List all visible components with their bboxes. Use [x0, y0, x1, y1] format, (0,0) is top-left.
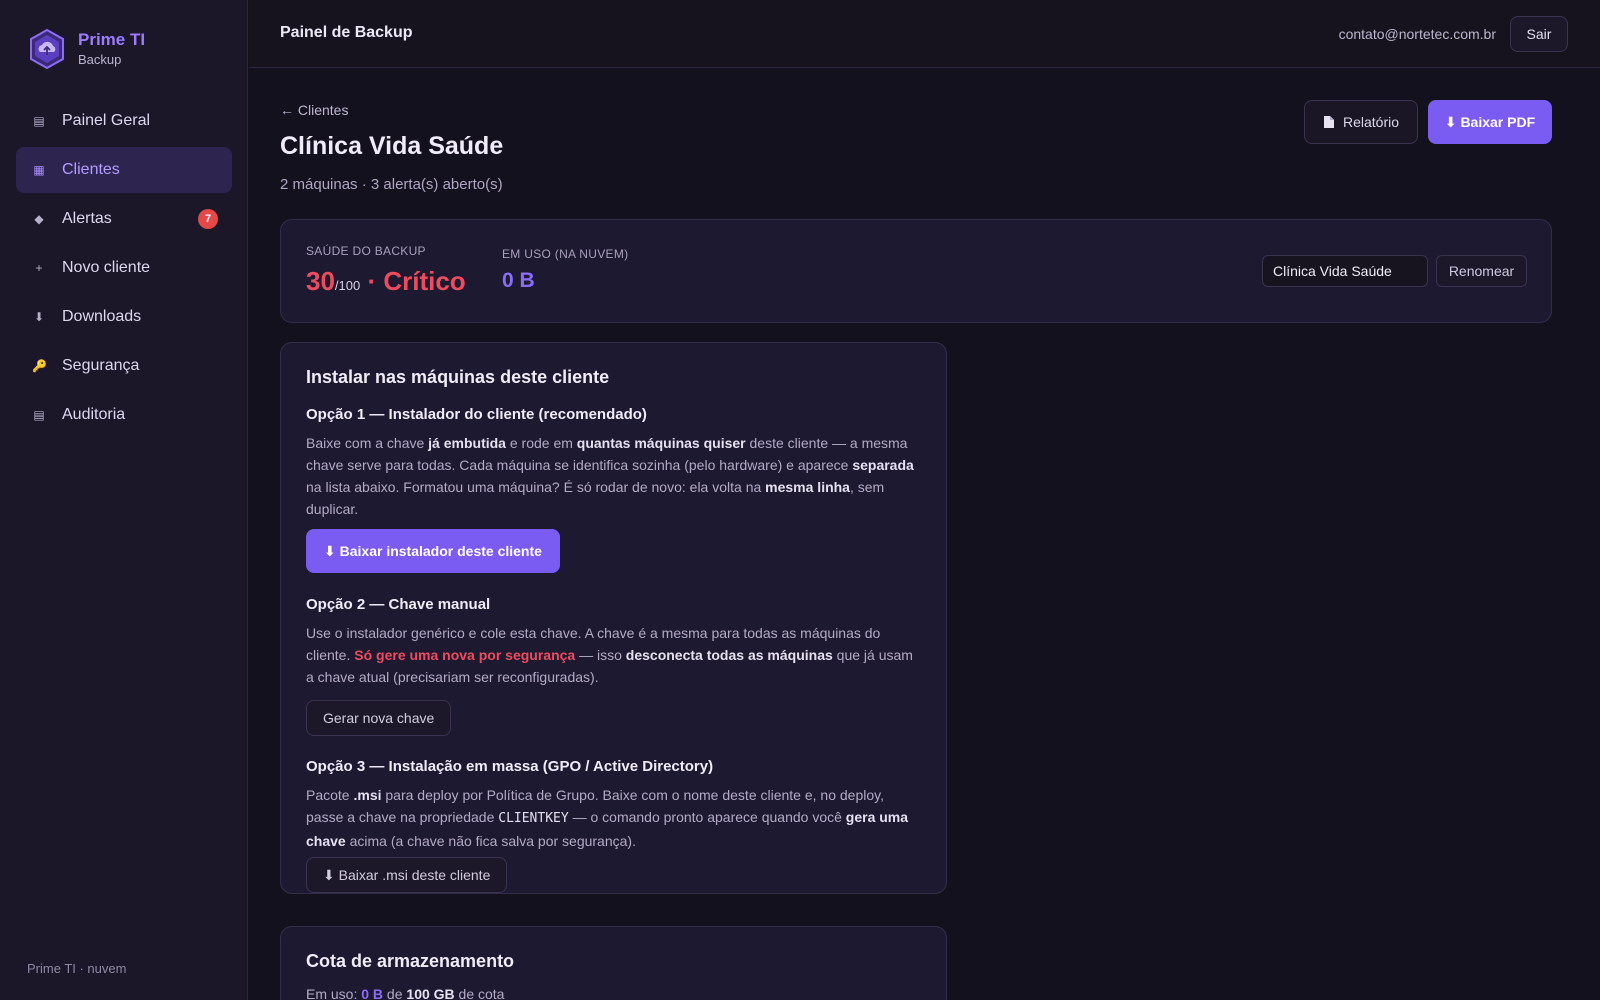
sidebar-footer: Prime TI · nuvem [27, 961, 127, 976]
text-bold: quantas máquinas quiser [576, 435, 746, 451]
sidebar-item-label: Novo cliente [62, 259, 151, 276]
topbar-title: Painel de Backup [280, 24, 413, 41]
document-icon [1323, 116, 1334, 128]
sidebar-item-painel-geral[interactable]: ▤ Painel Geral [16, 98, 232, 144]
text-span: de [383, 986, 407, 1000]
text-warning: Só gere uma nova por segurança [354, 647, 576, 663]
text-bold: separada [852, 457, 914, 473]
text-span: — isso [575, 647, 626, 663]
logout-button[interactable]: Sair [1510, 16, 1568, 52]
option3-text: Pacote .msi para deploy por Política de … [306, 784, 921, 852]
health-stat: SAÚDE DO BACKUP 30/100 · Crítico [306, 244, 466, 297]
option1-text: Baixe com a chave já embutida e rode em … [306, 432, 921, 520]
download-arrow-icon: ⬇ [33, 310, 45, 324]
sidebar-item-auditoria[interactable]: ▤ Auditoria [16, 392, 232, 438]
brand-sub: Backup [78, 52, 122, 67]
topbar: Painel de Backup contato@nortetec.com.br… [249, 0, 1600, 68]
sidebar-item-label: Clientes [62, 161, 120, 178]
generate-new-key-button[interactable]: Gerar nova chave [306, 700, 452, 736]
grid-icon: ▦ [33, 163, 45, 177]
install-card: Instalar nas máquinas deste cliente Opçã… [280, 342, 947, 894]
text-bold: já embutida [428, 435, 506, 451]
health-score-value: 30 [306, 266, 335, 296]
text-bold: .msi [353, 787, 382, 803]
text-bold: desconecta todas as máquinas [625, 647, 833, 663]
storage-quota-card: Cota de armazenamento Em uso: 0 B de 100… [280, 926, 947, 1000]
quota-title: Cota de armazenamento [306, 951, 515, 971]
page-subtitle: 2 máquinas · 3 alerta(s) aberto(s) [280, 176, 503, 193]
download-msi-button[interactable]: ⬇ Baixar .msi deste cliente [306, 857, 508, 893]
sidebar-nav: ▤ Painel Geral ▦ Clientes ◆ Alertas 7 + … [16, 98, 232, 441]
text-code: CLIENTKEY [498, 811, 569, 826]
sidebar-item-downloads[interactable]: ⬇ Downloads [16, 294, 232, 340]
text-span: — o comando pronto aparece quando você [568, 809, 846, 825]
sidebar-item-seguranca[interactable]: 🔑 Segurança [16, 343, 232, 389]
sidebar-item-label: Auditoria [62, 406, 126, 423]
health-score: 30/100 · Crítico [306, 266, 466, 297]
client-name-input[interactable] [1262, 255, 1428, 287]
report-button[interactable]: Relatório [1304, 100, 1418, 144]
backup-health-card: SAÚDE DO BACKUP 30/100 · Crítico EM USO … [280, 219, 1552, 323]
download-pdf-button[interactable]: ⬇ Baixar PDF [1428, 100, 1552, 144]
list-icon: ▤ [33, 408, 45, 422]
list-icon: ▤ [33, 114, 45, 128]
back-to-clients-link[interactable]: ← Clientes [280, 102, 348, 118]
option1-title: Opção 1 — Instalador do cliente (recomen… [306, 406, 647, 423]
usage-label: EM USO (NA NUVEM) [502, 247, 629, 261]
sidebar-item-clientes[interactable]: ▦ Clientes [16, 147, 232, 193]
sidebar-item-alertas[interactable]: ◆ Alertas 7 [16, 196, 232, 242]
sidebar-item-label: Alertas [62, 210, 112, 227]
brand[interactable]: Prime TI Backup [28, 28, 145, 70]
quota-used: 0 B [361, 986, 384, 1000]
option2-text: Use o instalador genérico e cole esta ch… [306, 622, 921, 688]
text-span: de cota [454, 986, 505, 1000]
sidebar-item-novo-cliente[interactable]: + Novo cliente [16, 245, 232, 291]
option2-title: Opção 2 — Chave manual [306, 596, 491, 613]
text-bold: mesma linha [765, 479, 850, 495]
sidebar: Prime TI Backup ▤ Painel Geral ▦ Cliente… [0, 0, 248, 1000]
text-span: acima (a chave não fica salva por segura… [345, 833, 636, 849]
rename-button[interactable]: Renomear [1436, 255, 1527, 287]
health-label: SAÚDE DO BACKUP [306, 244, 426, 258]
diamond-icon: ◆ [34, 212, 44, 226]
option3-title: Opção 3 — Instalação em massa (GPO / Act… [306, 758, 714, 775]
health-score-max: /100 [334, 278, 361, 293]
cloud-upload-logo-icon [30, 28, 64, 70]
report-button-label: Relatório [1342, 114, 1400, 130]
key-icon: 🔑 [32, 359, 47, 373]
text-span: Pacote [306, 787, 354, 803]
brand-name: Prime TI [78, 30, 146, 49]
usage-stat: EM USO (NA NUVEM) 0 B [502, 247, 628, 293]
quota-line: Em uso: 0 B de 100 GB de cota [306, 986, 921, 1000]
quota-total: 100 GB [406, 986, 455, 1000]
download-client-installer-button[interactable]: ⬇ Baixar instalador deste cliente [306, 529, 560, 573]
sidebar-item-label: Painel Geral [62, 112, 151, 129]
text-span: na lista abaixo. Formatou uma máquina? É… [306, 479, 766, 495]
health-status: · Crítico [360, 266, 466, 296]
alert-count-badge: 7 [198, 209, 218, 229]
sidebar-item-label: Segurança [62, 357, 140, 374]
plus-icon: + [35, 261, 43, 275]
page-title: Clínica Vida Saúde [280, 132, 504, 160]
sidebar-item-label: Downloads [62, 308, 142, 325]
install-card-title: Instalar nas máquinas deste cliente [306, 367, 610, 387]
user-email: contato@nortetec.com.br [1338, 26, 1496, 42]
text-span: e rode em [505, 435, 577, 451]
text-span: Em uso: [306, 986, 362, 1000]
usage-value: 0 B [502, 269, 535, 292]
text-span: Baixe com a chave [306, 435, 429, 451]
